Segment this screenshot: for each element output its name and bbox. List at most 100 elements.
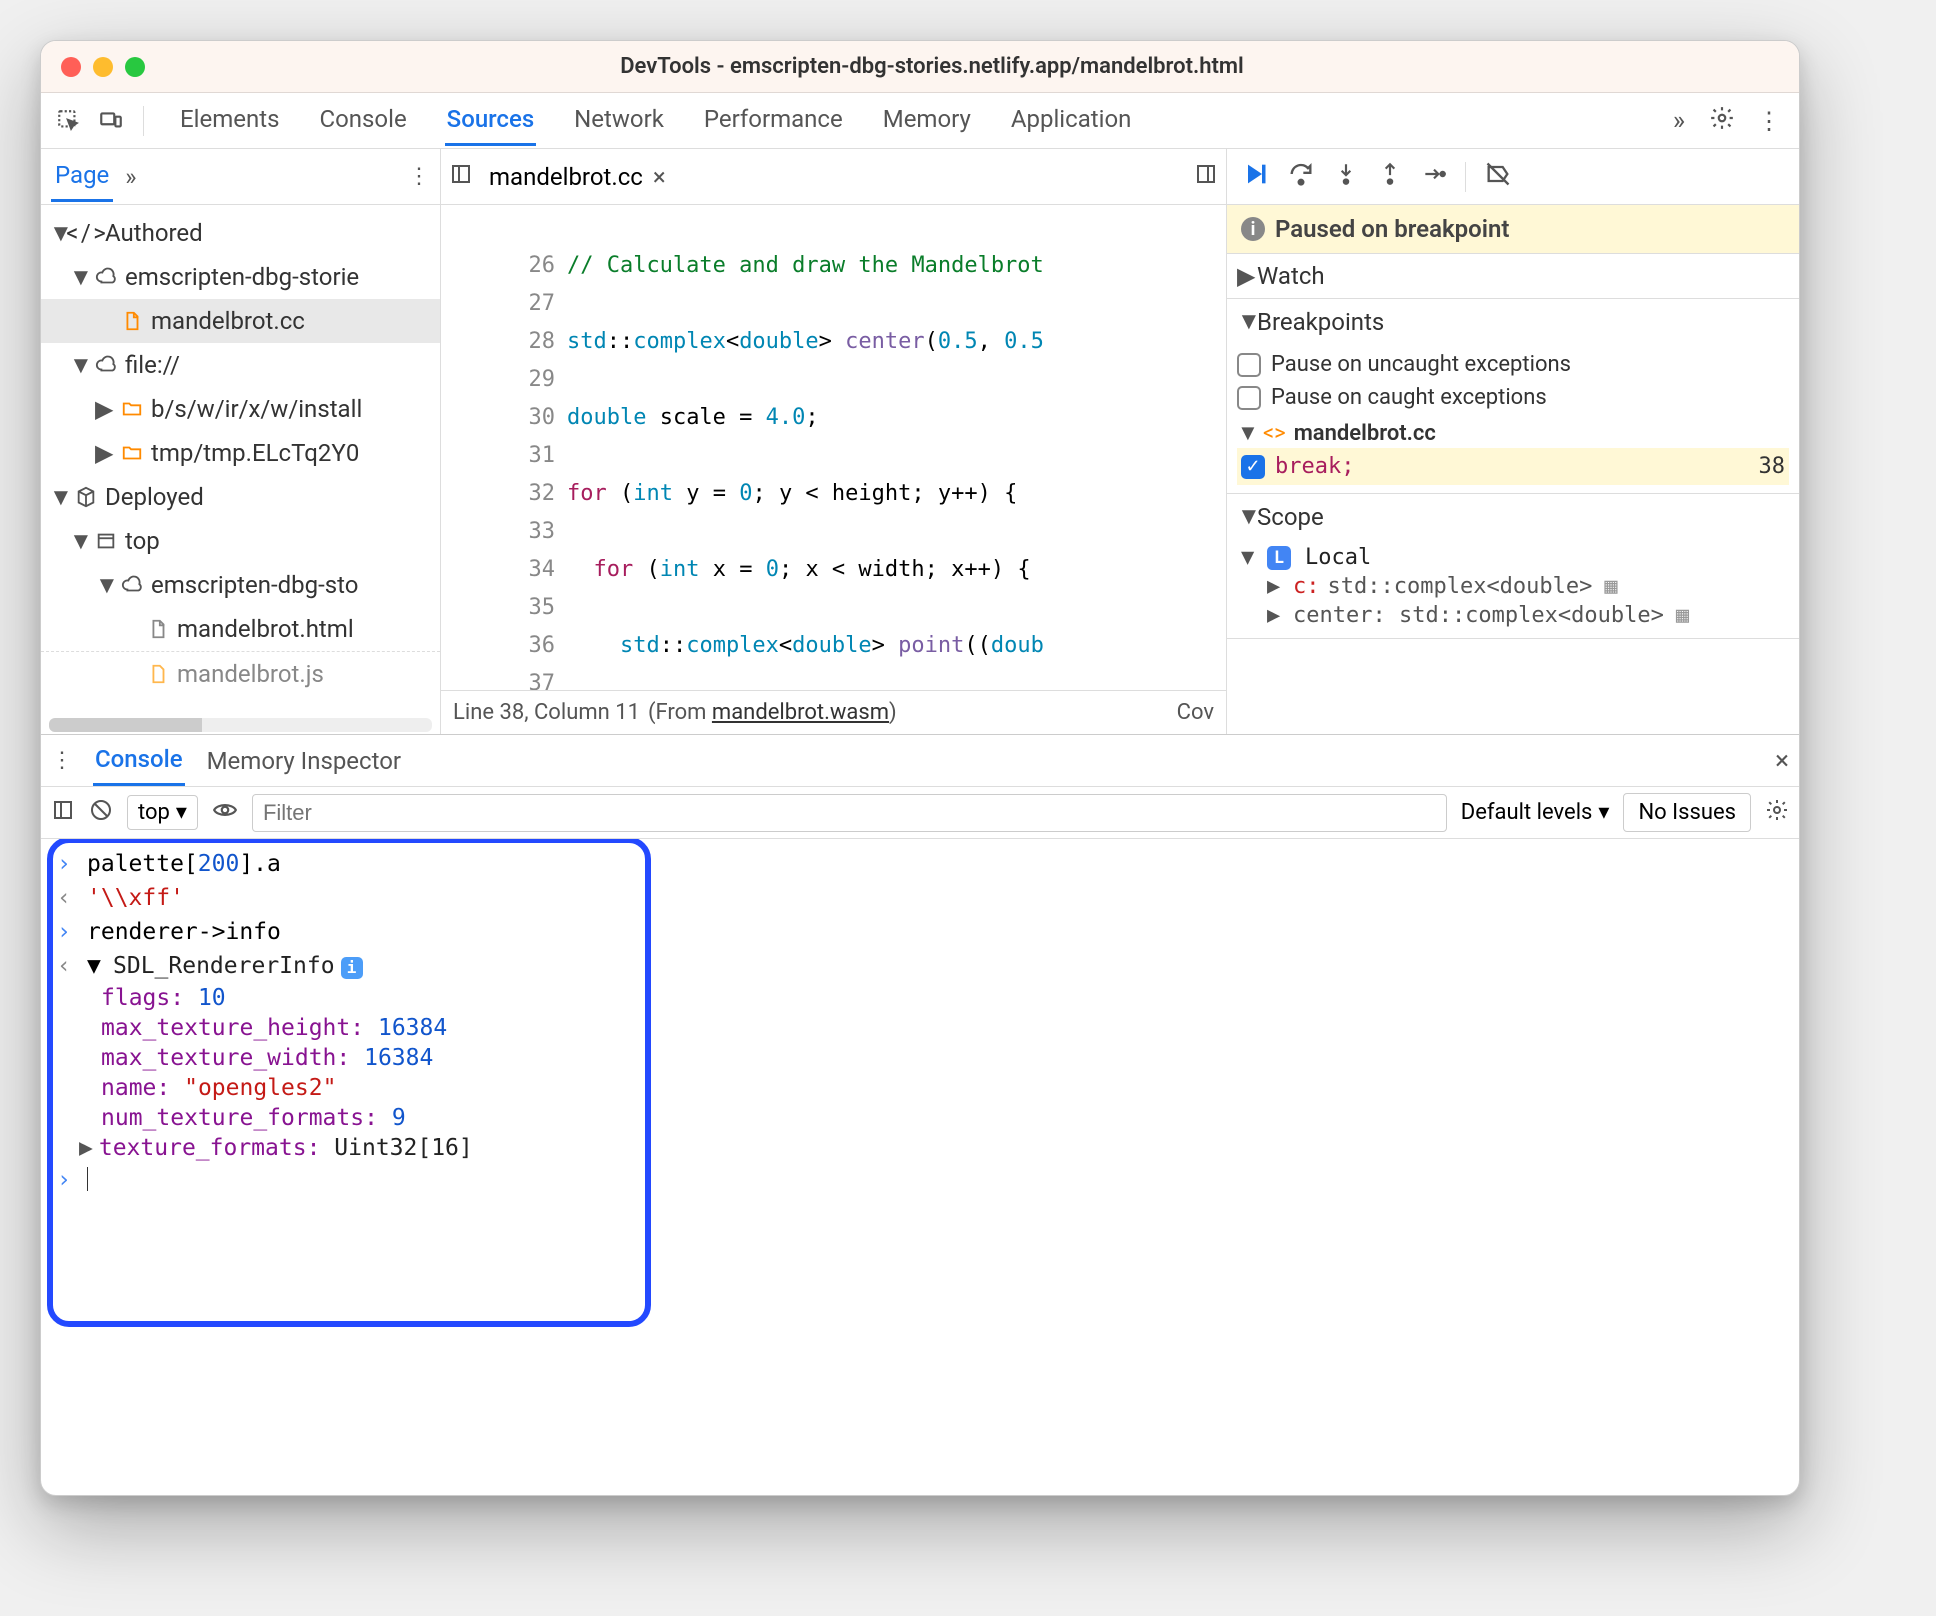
step-icon[interactable] <box>1421 161 1447 192</box>
toggle-navigator-icon[interactable] <box>449 162 473 192</box>
tab-application[interactable]: Application <box>1009 95 1134 146</box>
drawer-tab-memory[interactable]: Memory Inspector <box>205 737 403 785</box>
source-map-link[interactable]: mandelbrot.wasm <box>712 700 889 725</box>
live-expression-icon[interactable] <box>212 797 238 829</box>
coverage-label[interactable]: Cov <box>1177 700 1214 725</box>
tree-file-cc[interactable]: mandelbrot.cc <box>41 299 440 343</box>
expandable-property[interactable]: ▶texture_formats: Uint32[16] <box>101 1133 1799 1163</box>
tree-origin-b[interactable]: ▼emscripten-dbg-sto <box>41 563 440 607</box>
expand-icon[interactable]: ▼ <box>87 953 101 979</box>
filter-input[interactable] <box>252 794 1447 832</box>
tab-console[interactable]: Console <box>317 95 408 146</box>
levels-selector[interactable]: Default levels▾ <box>1461 800 1610 825</box>
page-tab[interactable]: Page <box>51 151 113 202</box>
expand-icon[interactable]: ▶ <box>79 1135 93 1161</box>
toggle-debugger-icon[interactable] <box>1194 162 1218 192</box>
cloud-icon <box>119 574 145 596</box>
tree-top[interactable]: ▼top <box>41 519 440 563</box>
checkbox-icon[interactable] <box>1237 386 1261 410</box>
more-nav-tabs-icon[interactable]: » <box>125 163 136 191</box>
drawer-menu-icon[interactable]: ⋮ <box>51 748 73 773</box>
breakpoint-entry[interactable]: ✓ break; 38 <box>1237 448 1789 485</box>
toggle-sidebar-icon[interactable] <box>51 798 75 828</box>
code-editor[interactable]: 2627282930313233343536373839 // Calculat… <box>441 205 1226 690</box>
scope-local[interactable]: ▼LLocal <box>1241 543 1799 572</box>
editor-header: mandelbrot.cc × <box>441 149 1226 205</box>
checkbox-icon[interactable] <box>1237 353 1261 377</box>
breakpoint-code: break; <box>1275 454 1354 479</box>
tree-file-js[interactable]: mandelbrot.js <box>41 651 440 695</box>
paused-banner: i Paused on breakpoint <box>1227 205 1799 254</box>
file-tab[interactable]: mandelbrot.cc × <box>481 163 674 191</box>
tree-file-scheme[interactable]: ▼file:// <box>41 343 440 387</box>
tree-file-html[interactable]: mandelbrot.html <box>41 607 440 651</box>
pause-uncaught-row[interactable]: Pause on uncaught exceptions <box>1237 348 1789 381</box>
close-icon[interactable] <box>61 57 81 77</box>
editor-pane: mandelbrot.cc × 262728293031323334353637… <box>441 149 1227 734</box>
titlebar: DevTools - emscripten-dbg-stories.netlif… <box>41 41 1799 93</box>
context-selector[interactable]: top▾ <box>127 795 198 830</box>
frame-icon <box>93 530 119 552</box>
step-out-icon[interactable] <box>1377 161 1403 192</box>
source-from: (From mandelbrot.wasm) <box>648 700 897 725</box>
resume-icon[interactable] <box>1241 160 1269 193</box>
no-issues-button[interactable]: No Issues <box>1623 793 1751 832</box>
tab-performance[interactable]: Performance <box>702 95 845 146</box>
gutter[interactable]: 2627282930313233343536373839 <box>441 205 563 690</box>
cloud-icon <box>93 266 119 288</box>
console-prompt[interactable]: › <box>41 1163 1799 1197</box>
device-icon[interactable] <box>93 103 129 139</box>
scope-header[interactable]: ▼Scope <box>1227 494 1799 539</box>
info-badge-icon[interactable]: i <box>341 957 363 979</box>
tab-memory[interactable]: Memory <box>881 95 973 146</box>
tree-deployed[interactable]: ▼Deployed <box>41 475 440 519</box>
code-text: // Calculate and draw the Mandelbrot std… <box>563 205 1044 690</box>
input-caret-icon: › <box>57 1167 75 1193</box>
settings-icon[interactable] <box>1701 105 1743 137</box>
zoom-icon[interactable] <box>125 57 145 77</box>
file-icon <box>119 310 145 332</box>
console-body[interactable]: ›palette[200].a ‹'\\xff' ›renderer->info… <box>41 839 1799 1495</box>
close-drawer-icon[interactable]: × <box>1775 746 1789 776</box>
scope-var-center[interactable]: ▶center: std::complex<double>▦ <box>1241 601 1799 630</box>
drawer-tabs: ⋮ Console Memory Inspector × <box>41 735 1799 787</box>
file-tab-label: mandelbrot.cc <box>489 163 643 191</box>
tree-authored[interactable]: ▼< / >Authored <box>41 211 440 255</box>
more-tabs-icon[interactable]: » <box>1663 106 1695 136</box>
horizontal-scrollbar[interactable] <box>49 718 432 732</box>
file-icon: <> <box>1263 421 1286 446</box>
drawer-tab-console[interactable]: Console <box>93 735 185 786</box>
watch-header[interactable]: ▶Watch <box>1227 254 1799 298</box>
pause-caught-row[interactable]: Pause on caught exceptions <box>1237 381 1789 414</box>
folder-icon <box>119 442 145 464</box>
step-over-icon[interactable] <box>1287 160 1315 193</box>
clear-console-icon[interactable] <box>89 798 113 828</box>
breakpoint-file[interactable]: ▼<>mandelbrot.cc <box>1237 414 1789 448</box>
tab-elements[interactable]: Elements <box>178 95 281 146</box>
devtools-window: DevTools - emscripten-dbg-stories.netlif… <box>40 40 1800 1496</box>
cube-icon <box>73 486 99 508</box>
traffic-lights <box>61 57 145 77</box>
step-into-icon[interactable] <box>1333 161 1359 192</box>
scope-var-c[interactable]: ▶c: std::complex<double>▦ <box>1241 572 1799 601</box>
minimize-icon[interactable] <box>93 57 113 77</box>
tree-origin-a[interactable]: ▼emscripten-dbg-storie <box>41 255 440 299</box>
memory-icon[interactable]: ▦ <box>1604 574 1617 599</box>
console-input-row: ›palette[200].a <box>41 847 1799 881</box>
info-icon: i <box>1241 217 1265 241</box>
breakpoints-header[interactable]: ▼Breakpoints <box>1227 299 1799 344</box>
tree-folder-b[interactable]: ▶b/s/w/ir/x/w/install <box>41 387 440 431</box>
tab-sources[interactable]: Sources <box>445 95 537 146</box>
nav-menu-icon[interactable]: ⋮ <box>408 164 430 189</box>
memory-icon[interactable]: ▦ <box>1676 603 1689 628</box>
kebab-icon[interactable]: ⋮ <box>1749 107 1789 135</box>
tab-network[interactable]: Network <box>572 95 666 146</box>
inspect-icon[interactable] <box>51 103 87 139</box>
local-badge-icon: L <box>1267 546 1291 570</box>
deactivate-breakpoints-icon[interactable] <box>1484 160 1512 193</box>
checkbox-checked-icon[interactable]: ✓ <box>1241 455 1265 479</box>
console-output-row[interactable]: ‹▼SDL_RendererInfoi <box>41 949 1799 983</box>
close-tab-icon[interactable]: × <box>653 163 666 191</box>
console-settings-icon[interactable] <box>1765 798 1789 828</box>
tree-folder-tmp[interactable]: ▶tmp/tmp.ELcTq2Y0 <box>41 431 440 475</box>
